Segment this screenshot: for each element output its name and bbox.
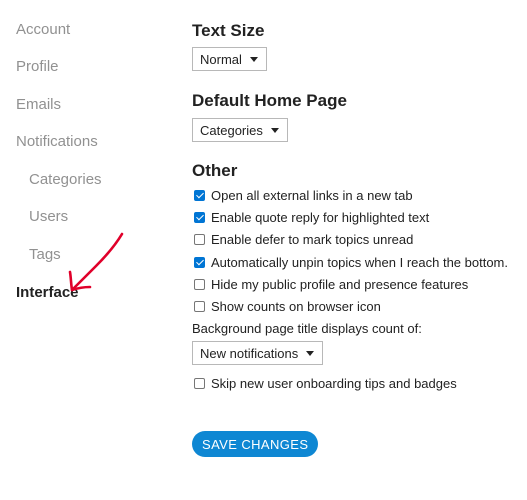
option-label: Open all external links in a new tab bbox=[211, 187, 413, 203]
option-label: Hide my public profile and presence feat… bbox=[211, 276, 469, 292]
option-hide-profile: Hide my public profile and presence feat… bbox=[192, 275, 468, 293]
title-count-label: Background page title displays count of: bbox=[192, 321, 422, 336]
default-home-page-select[interactable]: Categories bbox=[192, 118, 288, 142]
quote-reply-checkbox[interactable] bbox=[194, 211, 205, 223]
red-arrow-annotation bbox=[68, 232, 124, 292]
option-label: Skip new user onboarding tips and badges bbox=[211, 375, 457, 391]
sidebar-item-profile[interactable]: Profile bbox=[16, 58, 59, 76]
default-home-page-value: Categories bbox=[200, 122, 263, 138]
skip-onboarding-checkbox[interactable] bbox=[194, 377, 205, 389]
text-size-heading: Text Size bbox=[192, 21, 265, 40]
title-count-value: New notifications bbox=[200, 345, 299, 361]
sidebar-item-categories[interactable]: Categories bbox=[29, 171, 102, 189]
default-home-page-heading: Default Home Page bbox=[192, 91, 347, 110]
hide-profile-checkbox[interactable] bbox=[194, 278, 205, 290]
sidebar-item-notifications[interactable]: Notifications bbox=[16, 133, 98, 151]
defer-unread-checkbox[interactable] bbox=[194, 233, 205, 245]
option-label: Enable quote reply for highlighted text bbox=[211, 209, 430, 225]
option-quote-reply: Enable quote reply for highlighted text bbox=[192, 208, 429, 226]
sidebar-item-users[interactable]: Users bbox=[29, 208, 68, 226]
sidebar-item-tags[interactable]: Tags bbox=[29, 246, 61, 264]
browser-counts-checkbox[interactable] bbox=[194, 300, 205, 312]
option-skip-onboarding: Skip new user onboarding tips and badges bbox=[192, 374, 457, 392]
caret-down-icon bbox=[306, 350, 315, 356]
option-label: Show counts on browser icon bbox=[211, 298, 381, 314]
text-size-value: Normal bbox=[200, 51, 242, 67]
caret-down-icon bbox=[249, 56, 258, 62]
text-size-select[interactable]: Normal bbox=[192, 47, 267, 71]
save-changes-button[interactable]: SAVE CHANGES bbox=[192, 431, 319, 457]
other-heading: Other bbox=[192, 161, 238, 180]
title-count-select[interactable]: New notifications bbox=[192, 341, 324, 365]
auto-unpin-checkbox[interactable] bbox=[194, 256, 205, 268]
option-label: Enable defer to mark topics unread bbox=[211, 231, 414, 247]
option-auto-unpin: Automatically unpin topics when I reach … bbox=[192, 253, 508, 271]
option-defer-unread: Enable defer to mark topics unread bbox=[192, 230, 413, 248]
caret-down-icon bbox=[270, 127, 279, 133]
option-browser-counts: Show counts on browser icon bbox=[192, 297, 381, 315]
option-label: Automatically unpin topics when I reach … bbox=[211, 254, 508, 270]
sidebar-item-account[interactable]: Account bbox=[16, 21, 70, 39]
sidebar-item-emails[interactable]: Emails bbox=[16, 96, 61, 114]
external-links-checkbox[interactable] bbox=[194, 189, 205, 201]
option-external-links: Open all external links in a new tab bbox=[192, 186, 413, 204]
